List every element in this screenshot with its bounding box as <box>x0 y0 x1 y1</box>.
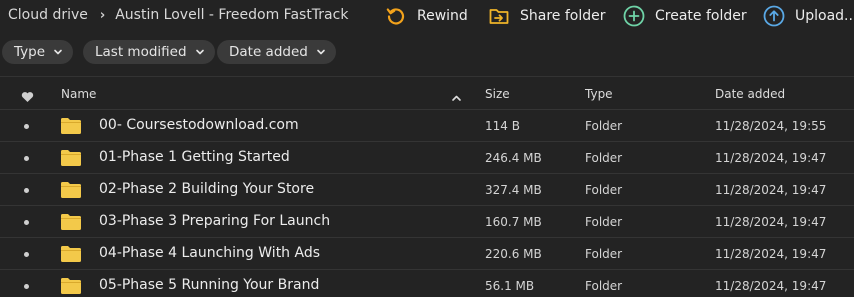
status-dot <box>24 284 29 289</box>
share-folder-button[interactable]: Share folder <box>488 5 606 27</box>
breadcrumb: Cloud drive › Austin Lovell - Freedom Fa… <box>8 7 348 23</box>
table-row[interactable]: 03-Phase 3 Preparing For Launch 160.7 MB… <box>0 206 854 238</box>
row-type: Folder <box>585 119 623 133</box>
table-row[interactable]: 00- Coursestodownload.com 114 B Folder 1… <box>0 110 854 142</box>
status-dot <box>24 252 29 257</box>
rewind-icon <box>385 5 407 27</box>
row-size: 246.4 MB <box>485 151 542 165</box>
row-date-added: 11/28/2024, 19:55 <box>715 119 827 133</box>
status-dot <box>24 156 29 161</box>
row-type: Folder <box>585 279 623 293</box>
upload-icon <box>763 5 785 27</box>
chevron-down-icon <box>53 47 63 57</box>
table-row[interactable]: 02-Phase 2 Building Your Store 327.4 MB … <box>0 174 854 206</box>
row-date-added: 11/28/2024, 19:47 <box>715 215 827 229</box>
date-added-filter[interactable]: Date added <box>217 40 336 64</box>
folder-icon <box>61 182 81 198</box>
column-header-name[interactable]: Name <box>61 87 96 101</box>
chevron-right-icon: › <box>99 7 106 23</box>
row-date-added: 11/28/2024, 19:47 <box>715 279 827 293</box>
column-header-type[interactable]: Type <box>585 87 613 101</box>
breadcrumb-cloud-drive[interactable]: Cloud drive <box>8 7 88 23</box>
row-type: Folder <box>585 183 623 197</box>
type-filter-label: Type <box>14 44 46 60</box>
table-row[interactable]: 04-Phase 4 Launching With Ads 220.6 MB F… <box>0 238 854 270</box>
divider <box>0 76 854 77</box>
rewind-label: Rewind <box>417 8 468 24</box>
heart-icon[interactable] <box>21 88 34 107</box>
row-name: 00- Coursestodownload.com <box>99 117 299 133</box>
upload-button[interactable]: Upload... <box>763 5 854 27</box>
breadcrumb-current-folder: Austin Lovell - Freedom FastTrack <box>115 7 349 23</box>
row-date-added: 11/28/2024, 19:47 <box>715 151 827 165</box>
row-date-added: 11/28/2024, 19:47 <box>715 247 827 261</box>
rewind-button[interactable]: Rewind <box>385 5 468 27</box>
column-header-size[interactable]: Size <box>485 87 510 101</box>
row-size: 56.1 MB <box>485 279 535 293</box>
table-header: Name Size Type Date added <box>0 78 854 110</box>
status-dot <box>24 188 29 193</box>
chevron-down-icon <box>195 47 205 57</box>
share-folder-icon <box>488 5 510 27</box>
row-size: 160.7 MB <box>485 215 542 229</box>
row-name: 03-Phase 3 Preparing For Launch <box>99 213 331 229</box>
chevron-up-icon[interactable] <box>451 88 462 107</box>
row-name: 04-Phase 4 Launching With Ads <box>99 245 321 261</box>
share-folder-label: Share folder <box>520 8 606 24</box>
row-name: 02-Phase 2 Building Your Store <box>99 181 315 197</box>
folder-icon <box>61 246 81 262</box>
table-row[interactable]: 01-Phase 1 Getting Started 246.4 MB Fold… <box>0 142 854 174</box>
row-date-added: 11/28/2024, 19:47 <box>715 183 827 197</box>
top-bar: Cloud drive › Austin Lovell - Freedom Fa… <box>0 0 854 32</box>
row-type: Folder <box>585 215 623 229</box>
row-name: 05-Phase 5 Running Your Brand <box>99 277 320 293</box>
plus-circle-icon <box>623 5 645 27</box>
folder-icon <box>61 150 81 166</box>
row-type: Folder <box>585 151 623 165</box>
last-modified-filter[interactable]: Last modified <box>83 40 215 64</box>
row-size: 220.6 MB <box>485 247 542 261</box>
create-folder-button[interactable]: Create folder <box>623 5 747 27</box>
last-modified-filter-label: Last modified <box>95 44 187 60</box>
type-filter[interactable]: Type <box>2 40 74 64</box>
folder-icon <box>61 278 81 294</box>
status-dot <box>24 124 29 129</box>
row-size: 327.4 MB <box>485 183 542 197</box>
status-dot <box>24 220 29 225</box>
chevron-down-icon <box>316 47 326 57</box>
folder-icon <box>61 214 81 230</box>
column-header-date-added[interactable]: Date added <box>715 87 785 101</box>
date-added-filter-label: Date added <box>229 44 308 60</box>
create-folder-label: Create folder <box>655 8 747 24</box>
table-row[interactable]: 05-Phase 5 Running Your Brand 56.1 MB Fo… <box>0 270 854 297</box>
row-size: 114 B <box>485 119 520 133</box>
row-type: Folder <box>585 247 623 261</box>
upload-label: Upload... <box>795 8 854 24</box>
row-name: 01-Phase 1 Getting Started <box>99 149 290 165</box>
folder-icon <box>61 118 81 134</box>
